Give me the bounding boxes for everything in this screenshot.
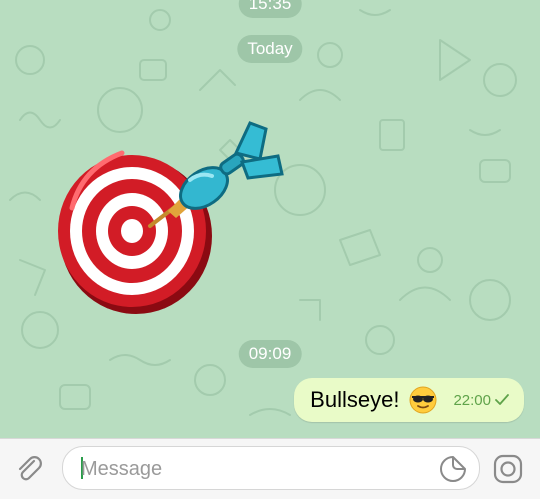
message-meta: 22:00	[453, 392, 510, 409]
chat-background: 15:35 Today 09:09 Bullseye! 22:00	[0, 0, 540, 438]
date-separator-previous: 15:35	[238, 0, 302, 18]
sunglasses-emoji-icon	[409, 386, 437, 414]
camera-icon[interactable]	[492, 453, 524, 485]
outgoing-message-bubble[interactable]: Bullseye! 22:00	[294, 378, 524, 422]
sticker-icon[interactable]	[439, 455, 467, 483]
sent-check-icon	[495, 394, 509, 405]
message-composer	[0, 438, 540, 499]
message-time: 22:00	[453, 391, 491, 409]
message-input-container[interactable]	[62, 446, 480, 491]
date-separator-today: Today	[237, 35, 303, 63]
time-separator: 09:09	[238, 340, 302, 368]
dart-target-sticker[interactable]	[50, 118, 290, 318]
message-text: Bullseye!	[310, 387, 400, 412]
message-input[interactable]	[79, 447, 423, 491]
paperclip-icon[interactable]	[14, 453, 46, 485]
